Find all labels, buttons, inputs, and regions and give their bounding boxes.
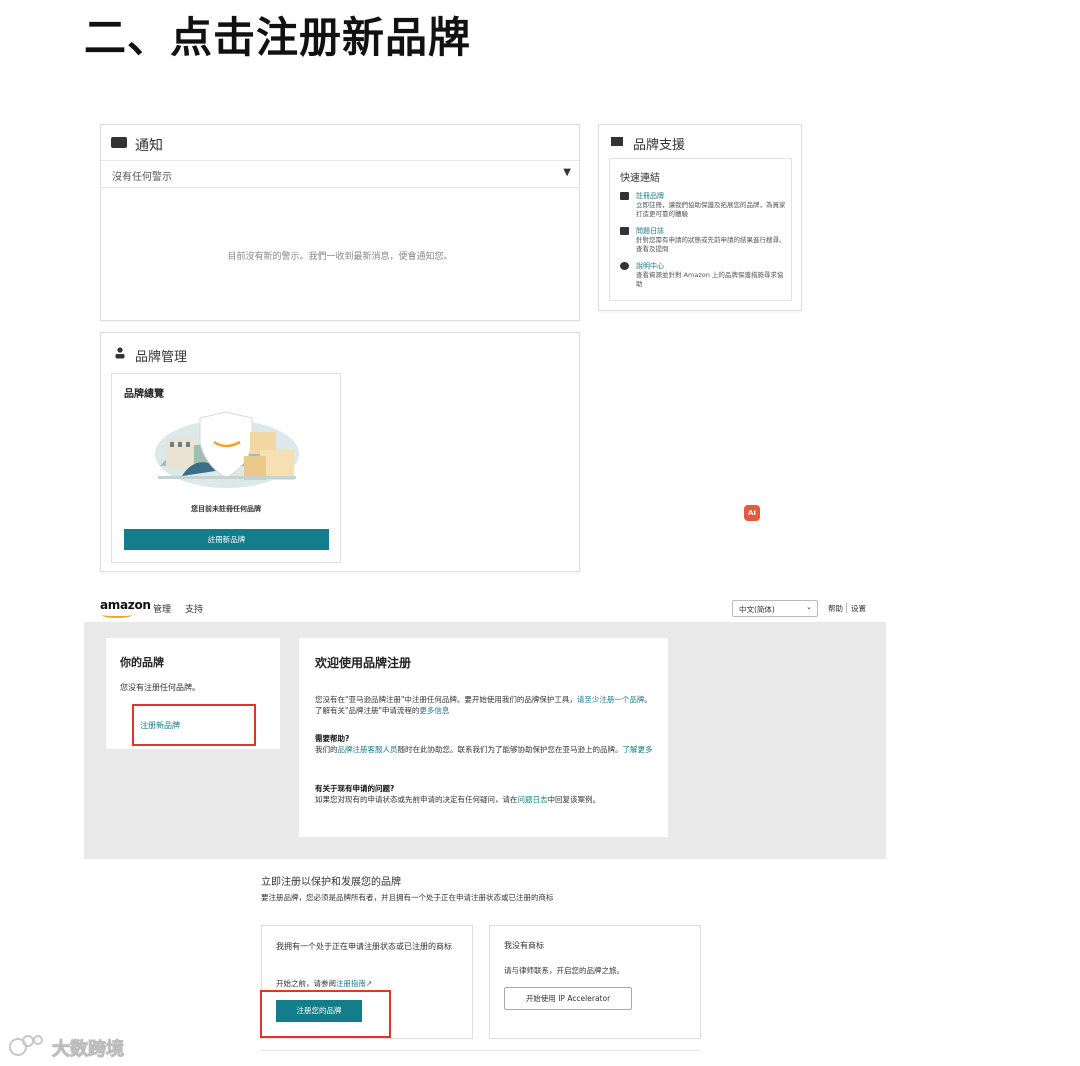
help-icon	[620, 262, 629, 270]
register-at-least-one-link[interactable]: 请至少注册一个品牌	[577, 695, 645, 704]
guide-prefix: 开始之前，请参阅	[276, 979, 336, 988]
brand-management-panel: 品牌管理 品牌總覽 您目前未註冊任何品牌 註冊新品牌	[100, 332, 580, 572]
case-paragraph: 有关于现有申请的问题? 如果您对现有的申请状态或先前申请的决定有任何疑问，请在问…	[315, 783, 655, 805]
notification-title: 通知	[135, 138, 163, 154]
top-navigation-bar: amazon 管理 支持 中文(简体) ⌄ 帮助 设置	[84, 592, 886, 622]
language-value: 中文(简体)	[739, 605, 775, 614]
briefcase-icon	[620, 227, 629, 235]
register-section-desc: 要注册品牌，您必须是品牌所有者，并且拥有一个处于正在申请注册状态或已注册的商标	[261, 893, 554, 902]
no-brand-text: 您目前未註冊任何品牌	[191, 505, 261, 513]
quick-link-desc: 立即註冊，讓我們協助保護及拓展您的品牌，為買家打造更可靠的體驗	[636, 201, 786, 218]
registration-guide-link[interactable]: 注册指南	[336, 979, 366, 988]
brand-support-panel: 品牌支援 快速連結 註冊品牌 立即註冊，讓我們協助保護及拓展您的品牌，為買家打造…	[598, 124, 802, 311]
divider	[261, 1050, 701, 1051]
welcome-text: 您没有在"亚马逊品牌注册"中注册任何品牌。要开始使用我们的品牌保护工具，	[315, 695, 577, 704]
highlight-box	[132, 704, 256, 746]
divider	[846, 603, 847, 613]
alert-filter-dropdown[interactable]: 沒有任何警示 ▼	[101, 160, 579, 188]
person-icon	[115, 347, 125, 359]
help-text: 我们的	[315, 745, 338, 754]
help-heading: 需要帮助?	[315, 734, 350, 743]
quick-link-label[interactable]: 註冊品牌	[636, 191, 664, 201]
case-log-link[interactable]: 问题日志	[518, 795, 548, 804]
help-text: 随时在此协助您。联系我们为了能够协助保护您在亚马逊上的品牌。	[397, 745, 623, 754]
amazon-logo[interactable]: amazon	[100, 598, 151, 612]
brand-overview-title: 品牌總覽	[124, 389, 164, 400]
language-select[interactable]: 中文(简体) ⌄	[732, 600, 818, 617]
highlight-box	[260, 990, 391, 1038]
quick-link-desc: 針對您需有申請的狀態或先前申請的結果進行搜尋、查看及提問	[636, 236, 786, 253]
notification-empty-text: 目前沒有新的警示。我們一收到最新消息，便會通知您。	[227, 252, 453, 262]
welcome-title: 欢迎使用品牌注册	[315, 656, 412, 670]
watermark-text: 大数跨境	[52, 1039, 125, 1061]
help-paragraph: 需要帮助? 我们的品牌注册客服人员随时在此协助您。联系我们为了能够协助保护您在亚…	[315, 733, 655, 755]
folder-icon	[620, 192, 629, 200]
notification-panel: 通知 沒有任何警示 ▼ 目前沒有新的警示。我們一收到最新消息，便會通知您。	[100, 124, 580, 321]
welcome-paragraph: 您没有在"亚马逊品牌注册"中注册任何品牌。要开始使用我们的品牌保护工具，请至少注…	[315, 694, 655, 716]
quick-link-desc: 查看資源並針對 Amazon 上的品牌保護措施尋求協助	[636, 271, 784, 288]
case-text: 如果您对现有的申请状态或先前申请的决定有任何疑问，请在	[315, 795, 518, 804]
no-trademark-title: 我没有商标	[504, 941, 544, 950]
more-info-link[interactable]: 更多信息	[419, 706, 449, 715]
no-trademark-desc: 请与律师联系，开启您的品牌之旅。	[504, 966, 624, 975]
quick-links-box: 快速連結 註冊品牌 立即註冊，讓我們協助保護及拓展您的品牌，為買家打造更可靠的體…	[609, 158, 792, 301]
your-brand-title: 你的品牌	[120, 656, 164, 669]
learn-more-link[interactable]: 了解更多	[623, 745, 653, 754]
register-section-title: 立即注册以保护和发展您的品牌	[261, 877, 401, 888]
your-brand-desc: 您没有注册任何品牌。	[120, 683, 200, 692]
chevron-down-icon: ⌄	[806, 603, 812, 611]
ip-accelerator-button[interactable]: 开始使用 IP Accelerator	[504, 987, 632, 1010]
brand-overview-card: 品牌總覽 您目前未註冊任何品牌 註冊新品牌	[111, 373, 341, 563]
settings-link[interactable]: 设置	[851, 603, 866, 614]
case-text: 中回复该案例。	[547, 795, 601, 804]
no-trademark-card: 我没有商标 请与律师联系，开启您的品牌之旅。 开始使用 IP Accelerat…	[489, 925, 701, 1039]
watermark: 大数跨境	[8, 1031, 148, 1061]
quick-link-label[interactable]: 問題日誌	[636, 226, 664, 236]
quick-links-title: 快速連結	[620, 173, 660, 184]
quick-link-label[interactable]: 說明中心	[636, 261, 664, 271]
external-link-icon: ↗	[366, 979, 373, 988]
alert-filter-label: 沒有任何警示	[112, 172, 172, 183]
amazon-smile-icon	[102, 612, 132, 618]
notification-icon	[111, 137, 127, 148]
nav-manage[interactable]: 管理	[153, 602, 171, 615]
registration-guide-line: 开始之前，请参阅注册指南↗	[276, 978, 372, 989]
brand-support-staff-link[interactable]: 品牌注册客服人员	[338, 745, 398, 754]
help-link[interactable]: 帮助	[828, 603, 843, 614]
welcome-card: 欢迎使用品牌注册 您没有在"亚马逊品牌注册"中注册任何品牌。要开始使用我们的品牌…	[299, 638, 668, 837]
ai-badge-icon[interactable]: AI	[744, 505, 760, 521]
watermark-logo-icon	[9, 1035, 43, 1056]
brand-management-title: 品牌管理	[135, 350, 188, 365]
page-heading: 二、点击注册新品牌	[84, 13, 472, 62]
brand-support-title: 品牌支援	[633, 138, 686, 153]
brand-illustration-image	[155, 411, 299, 488]
book-icon	[611, 137, 623, 146]
have-trademark-text: 我拥有一个处于正在申请注册状态或已注册的商标	[276, 942, 452, 951]
nav-support[interactable]: 支持	[185, 602, 203, 615]
caret-down-icon: ▼	[563, 167, 571, 178]
case-heading: 有关于现有申请的问题?	[315, 784, 395, 793]
register-new-brand-button[interactable]: 註冊新品牌	[124, 529, 329, 550]
